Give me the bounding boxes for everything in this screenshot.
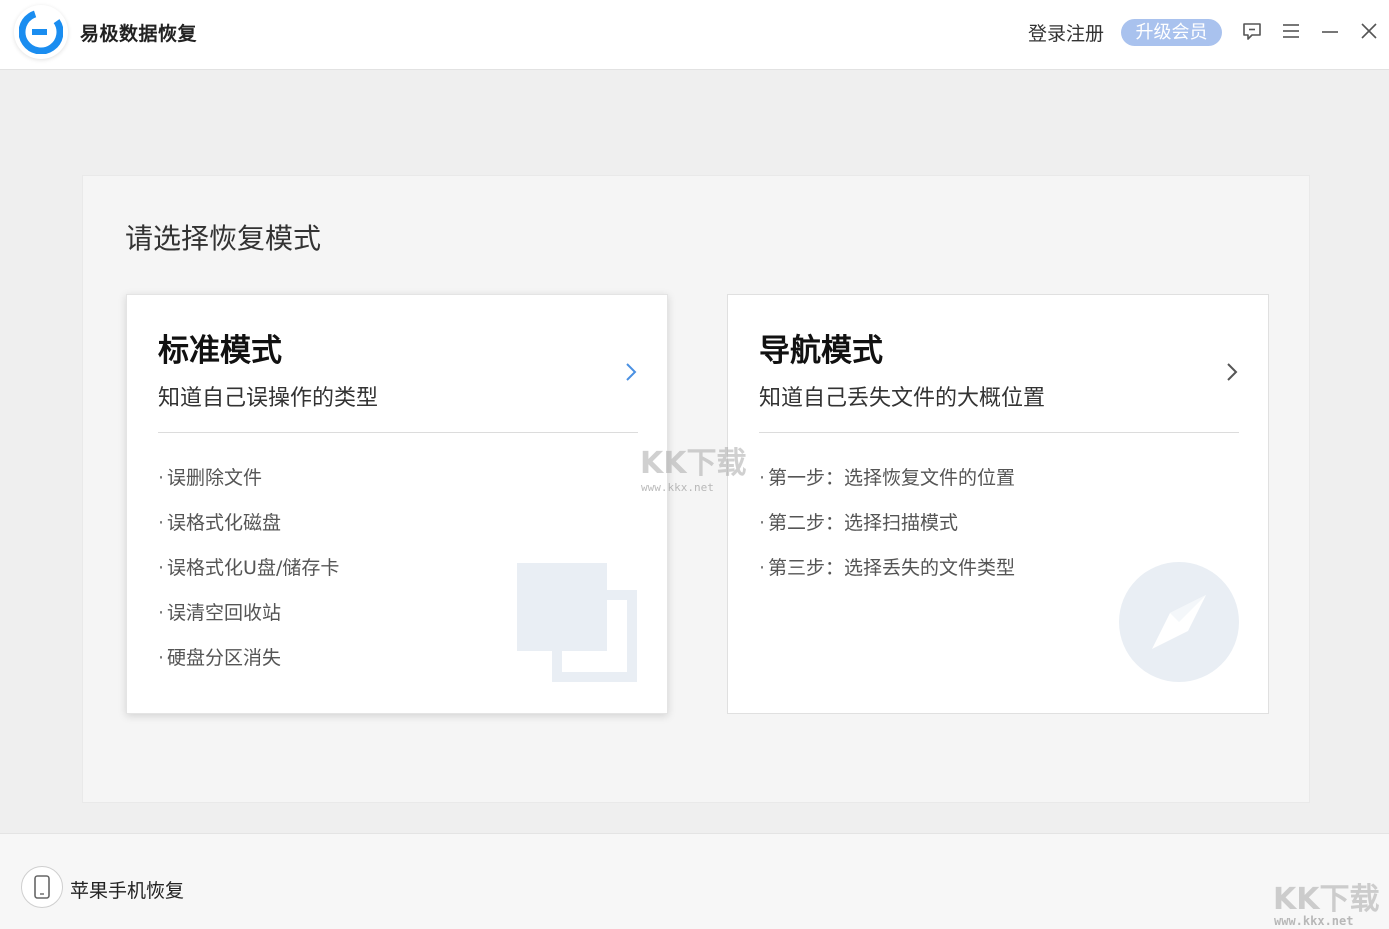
navigation-mode-title: 导航模式 bbox=[759, 333, 883, 369]
divider bbox=[759, 432, 1239, 433]
feedback-icon[interactable] bbox=[1240, 18, 1264, 44]
watermark-url: www.kkx.net bbox=[641, 481, 714, 494]
list-item: · 第三步：选择丢失的文件类型 bbox=[759, 557, 1016, 579]
close-icon[interactable] bbox=[1357, 18, 1381, 44]
copy-illustration-icon bbox=[517, 563, 637, 682]
standard-mode-list: · 误删除文件 · 误格式化磁盘 · 误格式化U盘/储存卡 · 误清空回收站 · 硬盘分区… bbox=[158, 465, 339, 690]
list-item: · 第二步：选择扫描模式 bbox=[759, 512, 959, 534]
list-item: · 第一步：选择恢复文件的位置 bbox=[759, 467, 1016, 489]
list-item: · 误删除文件 bbox=[158, 467, 263, 489]
navigation-mode-subtitle: 知道自己丢失文件的大概位置 bbox=[759, 386, 1046, 411]
watermark-logo: KK下载 bbox=[640, 446, 747, 481]
standard-mode-title: 标准模式 bbox=[158, 333, 282, 369]
minimize-icon[interactable] bbox=[1318, 18, 1342, 44]
iphone-recovery-label[interactable]: 苹果手机恢复 bbox=[70, 876, 184, 903]
divider bbox=[158, 432, 638, 433]
watermark-logo-corner: KK下载 bbox=[1273, 882, 1380, 917]
watermark-url-corner: www.kkx.net bbox=[1274, 914, 1354, 928]
title-bar: 易极数据恢复 登录注册 升级会员 bbox=[0, 0, 1389, 70]
list-item: · 误清空回收站 bbox=[158, 602, 282, 624]
app-title: 易极数据恢复 bbox=[80, 23, 198, 45]
navigation-mode-card[interactable]: 导航模式 知道自己丢失文件的大概位置 · 第一步：选择恢复文件的位置 · 第二步：选… bbox=[727, 294, 1269, 714]
chevron-right-icon bbox=[626, 363, 637, 381]
list-item: · 硬盘分区消失 bbox=[158, 647, 282, 669]
menu-icon[interactable] bbox=[1279, 18, 1303, 44]
upgrade-member-button[interactable]: 升级会员 bbox=[1121, 19, 1222, 46]
login-register-link[interactable]: 登录注册 bbox=[1028, 19, 1104, 46]
footer-bar: 苹果手机恢复 KK下载 www.kkx.net bbox=[0, 833, 1389, 929]
chevron-right-icon bbox=[1227, 363, 1238, 381]
list-item: · 误格式化磁盘 bbox=[158, 512, 282, 534]
iphone-recovery-button[interactable] bbox=[21, 866, 63, 908]
navigation-mode-list: · 第一步：选择恢复文件的位置 · 第二步：选择扫描模式 · 第三步：选择丢失的文件类… bbox=[759, 465, 1015, 600]
standard-mode-subtitle: 知道自己误操作的类型 bbox=[158, 386, 379, 411]
compass-illustration-icon bbox=[1119, 562, 1239, 682]
page-title: 请选择恢复模式 bbox=[125, 222, 322, 255]
standard-mode-card[interactable]: 标准模式 知道自己误操作的类型 · 误删除文件 · 误格式化磁盘 · 误格式化U盘/储… bbox=[126, 294, 668, 714]
phone-icon bbox=[34, 875, 50, 899]
app-logo-icon bbox=[14, 5, 68, 59]
list-item: · 误格式化U盘/储存卡 bbox=[158, 557, 340, 579]
